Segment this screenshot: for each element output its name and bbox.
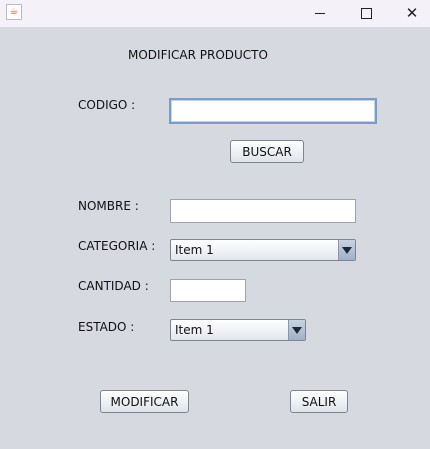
salir-button[interactable]: SALIR: [290, 390, 348, 413]
codigo-input[interactable]: [169, 98, 377, 124]
maximize-icon: [360, 8, 372, 19]
close-icon: ✕: [405, 4, 419, 22]
chevron-down-icon[interactable]: [288, 320, 305, 340]
close-button[interactable]: ✕: [389, 0, 430, 27]
minimize-icon: [315, 13, 325, 14]
estado-selected-value: Item 1: [175, 323, 214, 337]
cantidad-label: CANTIDAD :: [78, 279, 149, 293]
minimize-button[interactable]: [297, 0, 343, 27]
estado-select[interactable]: Item 1: [170, 319, 306, 341]
nombre-input[interactable]: [170, 199, 356, 223]
chevron-down-icon[interactable]: [338, 240, 355, 260]
categoria-label: CATEGORIA :: [78, 239, 156, 253]
java-cup-icon: ☕: [6, 4, 22, 20]
modificar-button[interactable]: MODIFICAR: [100, 390, 189, 413]
categoria-selected-value: Item 1: [175, 243, 214, 257]
codigo-label: CODIGO :: [78, 98, 136, 112]
form-title: MODIFICAR PRODUCTO: [128, 48, 268, 62]
maximize-button[interactable]: [343, 0, 389, 27]
window-titlebar: ☕ ✕: [0, 0, 430, 27]
cantidad-input[interactable]: [170, 279, 246, 302]
categoria-select[interactable]: Item 1: [170, 239, 356, 261]
estado-label: ESTADO :: [78, 320, 135, 334]
nombre-label: NOMBRE :: [78, 199, 139, 213]
buscar-button[interactable]: BUSCAR: [230, 140, 304, 163]
